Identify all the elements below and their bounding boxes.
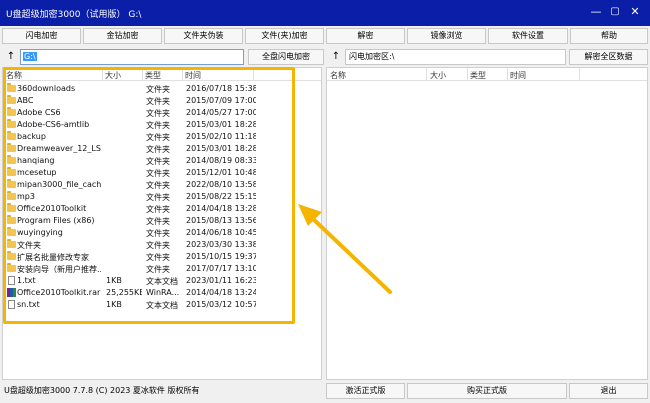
right-up-arrow-icon[interactable]: ↑ <box>329 49 343 65</box>
left-path-value: G:\ <box>23 52 37 61</box>
help-button[interactable]: 帮助 <box>570 28 648 44</box>
exit-button[interactable]: 退出 <box>569 383 648 399</box>
title-bar: U盘超级加密3000（试用版） G:\ — ▢ ✕ <box>0 0 650 26</box>
image-browse-button[interactable]: 镜像浏览 <box>407 28 486 44</box>
right-path-input[interactable]: 闪电加密区:\ <box>345 49 566 65</box>
buy-button[interactable]: 购买正式版 <box>407 383 567 399</box>
decrypt-all-button[interactable]: 解密全区数据 <box>569 49 648 65</box>
settings-button[interactable]: 软件设置 <box>488 28 568 44</box>
minimize-button[interactable]: — <box>588 4 604 20</box>
folder-disguise-button[interactable]: 文件夹伪装 <box>164 28 243 44</box>
left-up-arrow-icon[interactable]: ↑ <box>4 49 18 65</box>
right-list-header: 名称 大小 类型 时间 <box>327 68 647 81</box>
col-name[interactable]: 名称 <box>330 70 346 81</box>
callout-arrow-icon <box>298 204 392 294</box>
maximize-button[interactable]: ▢ <box>607 4 623 20</box>
col-size[interactable]: 大小 <box>430 70 446 81</box>
col-time[interactable]: 时间 <box>510 70 526 81</box>
decrypt-button[interactable]: 解密 <box>326 28 405 44</box>
gold-encrypt-button[interactable]: 金钻加密 <box>83 28 162 44</box>
activate-button[interactable]: 激活正式版 <box>326 383 405 399</box>
folder-encrypt-button[interactable]: 文件(夹)加密 <box>245 28 324 44</box>
close-button[interactable]: ✕ <box>627 4 643 20</box>
window-title: U盘超级加密3000（试用版） G:\ <box>6 10 142 20</box>
col-type[interactable]: 类型 <box>470 70 486 81</box>
left-path-input[interactable]: G:\ <box>20 49 244 65</box>
toolbar: 闪电加密 金钻加密 文件夹伪装 文件(夹)加密 解密 镜像浏览 软件设置 帮助 <box>0 26 650 46</box>
status-text: U盘超级加密3000 7.7.8 (C) 2023 夏冰软件 版权所有 <box>4 386 200 395</box>
flash-encrypt-button[interactable]: 闪电加密 <box>2 28 81 44</box>
highlight-box <box>3 67 295 324</box>
full-disk-flash-encrypt-button[interactable]: 全盘闪电加密 <box>248 49 324 65</box>
